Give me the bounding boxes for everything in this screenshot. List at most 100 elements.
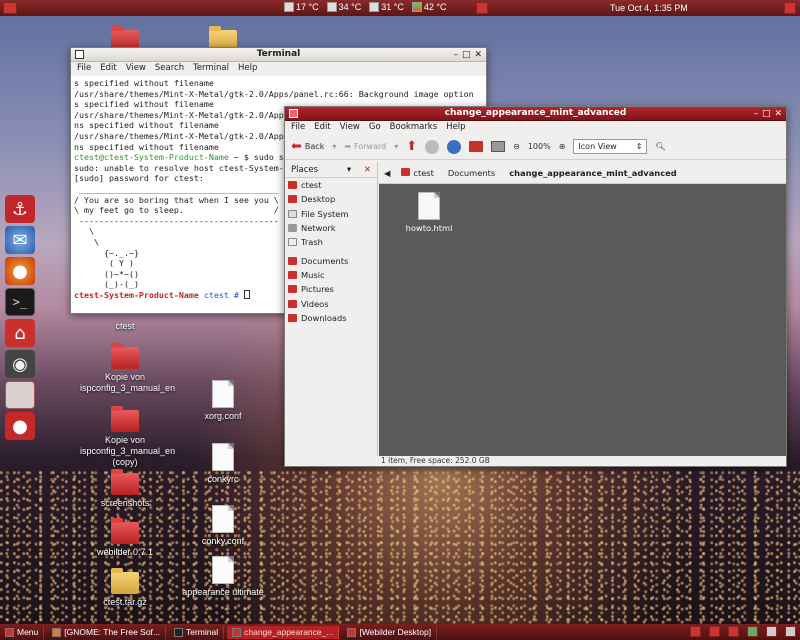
menu-terminal[interactable]: Terminal [193, 62, 229, 75]
menu-search[interactable]: Search [155, 62, 184, 75]
tray-app-icon[interactable] [709, 626, 720, 637]
sidebar-item-videos[interactable]: Videos [285, 296, 377, 310]
file-manager-window[interactable]: change_appearance_mint_advanced – □ ✕ Fi… [284, 106, 787, 467]
sidebar-item-network[interactable]: Network [285, 221, 377, 235]
zoom-in-button[interactable]: ⊕ [559, 142, 566, 151]
menu-edit[interactable]: Edit [100, 62, 116, 75]
home-folder-launcher-icon[interactable]: ⌂ [5, 319, 35, 347]
stop-icon [425, 139, 440, 154]
sidebar-item-documents[interactable]: Documents [285, 253, 377, 267]
power-icon[interactable] [784, 2, 796, 14]
menu-bookmarks[interactable]: Bookmarks [390, 121, 438, 134]
tray-app-icon[interactable] [728, 626, 739, 637]
sidebar-item-pictures[interactable]: Pictures [285, 282, 377, 296]
zoom-out-icon: ⊖ [513, 142, 520, 151]
sidebar-item-downloads[interactable]: Downloads [285, 311, 377, 325]
anchor-launcher-icon[interactable]: ⚓ [5, 195, 35, 223]
desktop-icon-ctest[interactable]: ctest [80, 321, 170, 332]
archive-launcher-icon[interactable] [5, 381, 35, 409]
thunderbird-launcher-icon[interactable]: ✉ [5, 226, 35, 254]
close-icon[interactable]: ✕ [774, 108, 782, 121]
forward-button[interactable]: ➡ Forward [344, 142, 386, 151]
maximize-icon[interactable]: □ [762, 108, 771, 121]
desktop-icon-screenshots[interactable]: screenshots [80, 469, 170, 509]
sidebar-item-trash[interactable]: Trash [285, 235, 377, 249]
close-icon[interactable]: ✕ [474, 49, 482, 62]
minimize-icon[interactable]: – [453, 49, 458, 62]
menu-file[interactable]: File [291, 121, 305, 134]
taskbar-item-gnome[interactable]: [GNOME: The Free Sof... [47, 625, 166, 639]
maximize-icon[interactable]: □ [462, 49, 471, 62]
camera-launcher-icon[interactable]: ◉ [5, 350, 35, 378]
menu-go[interactable]: Go [369, 121, 381, 134]
terminal-cursor[interactable] [243, 289, 250, 299]
trash-icon [288, 238, 297, 247]
reload-button[interactable] [447, 139, 462, 154]
back-history-dropdown[interactable]: ▾ [332, 142, 336, 151]
desktop-icon-appearance[interactable]: appearance ultimate [178, 556, 268, 598]
desktop-icon-kopie-1[interactable]: Kopie von ispconfig_3_manual_en [80, 343, 175, 394]
search-button[interactable]: 🔍︎ [655, 142, 665, 151]
up-button[interactable]: ⬆ [406, 139, 417, 154]
stop-button[interactable] [425, 139, 440, 154]
breadcrumb-ctest[interactable]: ctest [398, 167, 437, 179]
file-manager-titlebar[interactable]: change_appearance_mint_advanced – □ ✕ [285, 107, 786, 121]
main-menu-button[interactable]: Menu [0, 625, 45, 639]
taskbar-item-terminal[interactable]: Terminal [169, 625, 225, 639]
sidebar-type-dropdown[interactable]: ▾ [347, 165, 351, 175]
home-button[interactable] [469, 141, 484, 152]
taskbar-item-file-manager[interactable]: change_appearance_... [227, 625, 340, 639]
file-item-howto[interactable]: howto.html [399, 192, 459, 233]
menu-file[interactable]: File [77, 62, 91, 75]
zoom-out-button[interactable]: ⊖ [513, 142, 520, 151]
panel-launcher-icon[interactable] [3, 2, 17, 14]
menu-edit[interactable]: Edit [314, 121, 330, 134]
zoom-level[interactable]: 100% [528, 142, 551, 151]
menu-view[interactable]: View [126, 62, 146, 75]
sidebar-item-desktop[interactable]: Desktop [285, 192, 377, 206]
sidebar-item-ctest[interactable]: ctest [285, 178, 377, 192]
desktop-icon-conky-conf[interactable]: conky.conf [178, 505, 268, 547]
status-bar: 1 item, Free space: 252.0 GB [285, 456, 786, 466]
folder-app-icon[interactable] [289, 109, 298, 118]
desktop-icon-conkyrc[interactable]: conkyrc [178, 443, 268, 485]
terminal-titlebar[interactable]: Terminal – □ ✕ [71, 48, 486, 62]
breadcrumb-current[interactable]: change_appearance_mint_advanced [506, 167, 680, 179]
close-sidebar-icon[interactable]: ✕ [364, 165, 371, 175]
forward-history-dropdown[interactable]: ▾ [394, 142, 398, 151]
computer-button[interactable] [491, 141, 506, 152]
desktop-icon-ctest-tar[interactable]: ctest.tar.gz [80, 568, 170, 608]
terminal-launcher-icon[interactable]: >_ [5, 288, 35, 316]
terminal-line: s specified without filename [74, 78, 214, 88]
volume-icon[interactable] [785, 626, 796, 637]
taskbar-item-webilder[interactable]: [Webilder Desktop] [342, 625, 438, 639]
text-file-icon [212, 380, 234, 408]
recorder-launcher-icon[interactable]: ● [5, 412, 35, 440]
network-icon[interactable] [766, 626, 777, 637]
desktop-icon-xorg[interactable]: xorg.conf [178, 380, 268, 422]
folder-icon [288, 285, 297, 294]
desktop-icon-webilder[interactable]: webilder 0.7.1 [80, 518, 170, 558]
back-button[interactable]: ⬅ Back [291, 139, 324, 154]
view-mode-select[interactable]: Icon View ⇕ [573, 139, 648, 154]
terminal-menubar: File Edit View Search Terminal Help [71, 62, 486, 75]
tray-app-icon[interactable] [690, 626, 701, 637]
folder-icon [111, 469, 139, 495]
file-view[interactable]: howto.html [379, 184, 786, 456]
panel-applet-icon[interactable] [476, 2, 488, 14]
menu-help[interactable]: Help [238, 62, 257, 75]
firefox-launcher-icon[interactable]: ● [5, 257, 35, 285]
sidebar-item-filesystem[interactable]: File System [285, 207, 377, 221]
shield-icon[interactable] [747, 626, 758, 637]
desktop-icon-kopie-2[interactable]: Kopie von ispconfig_3_manual_en (copy) [80, 406, 175, 468]
panel-clock[interactable]: Tue Oct 4, 1:35 PM [610, 3, 688, 13]
path-left-arrow-icon[interactable]: ◀ [384, 168, 390, 178]
breadcrumb-documents[interactable]: Documents [445, 167, 498, 179]
terminal-title: Terminal [256, 49, 301, 59]
minimize-icon[interactable]: – [753, 108, 758, 121]
menu-view[interactable]: View [340, 121, 360, 134]
sidebar-item-music[interactable]: Music [285, 268, 377, 282]
menu-help[interactable]: Help [446, 121, 465, 134]
terminal-app-icon[interactable] [75, 50, 84, 59]
folder-icon [288, 270, 297, 279]
